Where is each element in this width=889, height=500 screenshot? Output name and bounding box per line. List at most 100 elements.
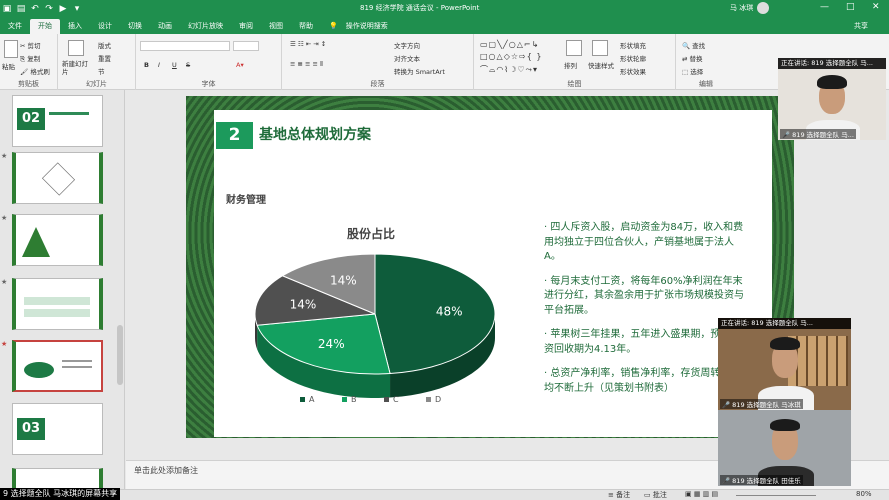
video-tile-caption: 🎤 819 选择题全队 田佳乐 [720, 475, 803, 485]
slide-thumbnail[interactable] [12, 468, 103, 490]
smartart-button[interactable]: 转换为 SmartArt [394, 66, 445, 76]
notes-toggle-button[interactable]: ≡ 备注 [608, 490, 630, 500]
italic-button[interactable]: I [158, 61, 160, 69]
user-account[interactable]: 马 冰琪 [730, 2, 770, 14]
video-tile-speaker[interactable]: 正在讲话: 819 选择题全队 马... 🎤 819 选择题全队 马... [778, 58, 886, 140]
new-slide-icon[interactable] [68, 40, 84, 56]
slide-bullets[interactable]: · 四人斥资入股，启动资金为84万，收入和费用均独立于四位合伙人，产销基地属于法… [544, 221, 744, 406]
thumb-pie [24, 362, 54, 378]
paste-button[interactable]: 粘贴 [2, 61, 15, 71]
select-button[interactable]: ⬚ 选择 [682, 66, 703, 76]
maximize-button[interactable]: □ [846, 2, 855, 12]
video-tile-participant[interactable]: 🎤 819 选择题全队 田佳乐 [718, 410, 851, 486]
arrange-icon[interactable] [566, 40, 582, 56]
align-icons[interactable]: ≡ ≣ ≡ ≡ ⦀ [290, 60, 323, 69]
format-painter-button[interactable]: 🖌 格式刷 [20, 66, 50, 76]
drawing-group-label: 绘图 [567, 80, 582, 88]
tab-review[interactable]: 审阅 [231, 19, 261, 34]
shape-fill-button[interactable]: 形状填充 [620, 40, 646, 50]
pie-data-label: 14% [330, 273, 357, 287]
screen-share-banner: 9 选择题全队 马冰琪的屏幕共享 [0, 488, 121, 500]
slide-thumbnail[interactable]: 02 [12, 95, 103, 147]
font-size-combo[interactable] [233, 41, 259, 51]
shapes-gallery-row3[interactable]: ⌒⌓◠⌇☽♡⤳▾ [480, 64, 538, 75]
window-title: 819 经济学院 通话会议 - PowerPoint [360, 4, 480, 12]
view-buttons[interactable]: ▣ ▦ ▥ ▤ [685, 490, 718, 498]
section-button[interactable]: 节 [98, 66, 105, 76]
layout-button[interactable]: 版式 [98, 40, 111, 50]
slide-thumbnail[interactable] [12, 214, 103, 266]
quick-access-dropdown-icon[interactable]: ▾ [70, 4, 84, 14]
font-name-combo[interactable] [140, 41, 230, 51]
tab-transitions[interactable]: 切换 [120, 19, 150, 34]
slide-number: ★ [1, 340, 8, 348]
video-tile-participant[interactable]: 正在讲话: 819 选择题全队 马... 🎤 819 选择题全队 马冰琪 [718, 318, 851, 410]
shapes-gallery[interactable]: ▭▢╲╱○△⌐↳ [480, 40, 539, 49]
pie-chart[interactable]: 股份占比 48% 24% 14% 14% A B C D [240, 214, 530, 438]
slide-title[interactable]: 基地总体规划方案 [259, 124, 371, 144]
slide-thumbnail[interactable] [12, 278, 103, 330]
font-color-icon[interactable]: A▾ [236, 61, 244, 69]
find-button[interactable]: 🔍 查找 [682, 40, 705, 50]
replace-label: 替换 [689, 55, 703, 63]
painter-label: 格式刷 [30, 68, 50, 76]
bullet-item: · 每月末支付工资，将每年60%净利润在年末进行分红，其余盈余用于扩张市场规模投… [544, 275, 744, 316]
shape-effects-button[interactable]: 形状效果 [620, 66, 646, 76]
tab-insert[interactable]: 插入 [60, 19, 90, 34]
tab-view[interactable]: 视图 [261, 19, 291, 34]
tab-home[interactable]: 开始 [30, 19, 60, 34]
slide-number: ★ [1, 152, 8, 160]
arrange-button[interactable]: 排列 [564, 60, 577, 70]
quick-styles-icon[interactable] [592, 40, 608, 56]
slides-group-label: 幻灯片 [86, 80, 107, 88]
reset-button[interactable]: 重置 [98, 53, 111, 63]
tab-design[interactable]: 设计 [90, 19, 120, 34]
person-hair [770, 419, 800, 431]
save-icon[interactable]: ▤ [14, 4, 28, 14]
replace-button[interactable]: ⇄ 替换 [682, 53, 703, 63]
minimize-button[interactable]: — [820, 2, 829, 12]
find-label: 查找 [692, 42, 706, 50]
slide-thumbnail[interactable] [12, 152, 103, 204]
thumb-pyramid [22, 227, 50, 257]
video-name: 819 选择题全队 田佳乐 [732, 477, 801, 485]
close-button[interactable]: ✕ [872, 2, 880, 12]
tab-animations[interactable]: 动画 [150, 19, 180, 34]
cut-button[interactable]: ✂ 剪切 [20, 40, 41, 50]
redo-icon[interactable]: ↷ [42, 4, 56, 14]
thumbnail-scrollbar[interactable] [117, 325, 123, 385]
comments-label: 批注 [652, 491, 667, 499]
underline-button[interactable]: U [172, 61, 177, 69]
comments-button[interactable]: ▭ 批注 [644, 490, 667, 500]
slides-group: 新建幻灯片 版式 重置 节 幻灯片 [58, 34, 136, 90]
undo-icon[interactable]: ↶ [28, 4, 42, 14]
slide-thumbnail[interactable]: 03 [12, 403, 103, 455]
paragraph-group-label: 段落 [370, 80, 385, 88]
align-text-button[interactable]: 对齐文本 [394, 53, 420, 63]
slide-subheading[interactable]: 财务管理 [226, 191, 266, 206]
slide-thumbnail-current[interactable] [12, 340, 103, 392]
strikethrough-button[interactable]: S [186, 61, 190, 69]
text-direction-button[interactable]: 文字方向 [394, 40, 420, 50]
video-tile-caption: 🎤 819 选择题全队 马冰琪 [720, 399, 803, 409]
new-slide-button[interactable]: 新建幻灯片 [62, 60, 92, 76]
copy-button[interactable]: ⎘ 复制 [20, 53, 40, 64]
bullets-icon[interactable]: ☰ ☷ ⇤ ⇥ ↕ [290, 40, 326, 48]
zoom-slider[interactable] [736, 495, 816, 496]
notes-label: 备注 [616, 491, 631, 499]
tell-me-search[interactable]: 操作说明搜索 [346, 19, 396, 34]
shape-outline-button[interactable]: 形状轮廓 [620, 53, 646, 63]
shapes-gallery-row2[interactable]: □○△◇☆⇨{ } [480, 52, 542, 61]
present-icon[interactable]: ▶ [56, 4, 70, 14]
tab-file[interactable]: 文件 [0, 19, 30, 34]
tab-slideshow[interactable]: 幻灯片放映 [180, 19, 231, 34]
share-button[interactable]: 共享 [846, 19, 876, 34]
zoom-level[interactable]: 80% [856, 490, 872, 498]
bold-button[interactable]: B [144, 61, 149, 69]
powerpoint-logo-icon: ▣ [2, 3, 12, 14]
slide[interactable]: 2 基地总体规划方案 财务管理 股份占比 48% 24% 14% 14% A B C D ·… [186, 96, 794, 438]
quick-styles-button[interactable]: 快速样式 [588, 60, 614, 70]
paste-icon[interactable] [4, 40, 18, 58]
tab-help[interactable]: 帮助 [291, 19, 321, 34]
slide-number: ★ [1, 214, 8, 222]
